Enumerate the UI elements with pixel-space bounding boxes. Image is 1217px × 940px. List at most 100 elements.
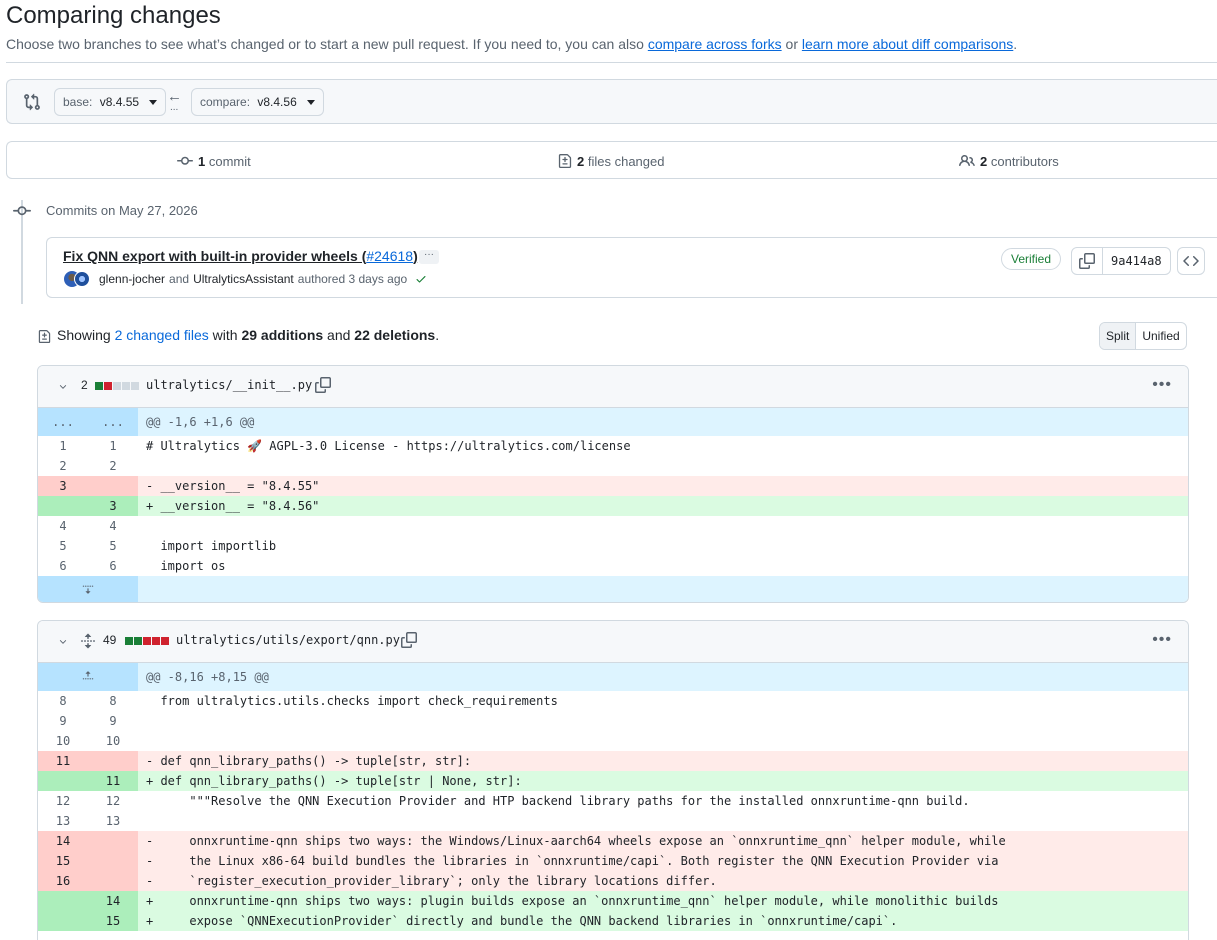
old-line-number[interactable]: 5 <box>38 536 88 556</box>
code-line <box>138 711 1188 731</box>
kebab-horizontal-icon[interactable]: ••• <box>1152 376 1172 394</box>
kebab-horizontal-icon[interactable]: ••• <box>1152 631 1172 649</box>
diff-line: 99 <box>38 711 1188 731</box>
new-line-number[interactable]: 3 <box>88 496 138 516</box>
chevron-down-icon[interactable] <box>58 637 68 647</box>
new-line-number[interactable]: 14 <box>88 891 138 911</box>
code-line: - __version__ = "8.4.55" <box>138 476 1188 496</box>
expand-up-button[interactable]: ... <box>38 408 88 436</box>
copy-icon[interactable] <box>315 377 331 393</box>
diff-view-toggle: Split Unified <box>1099 322 1187 350</box>
new-line-number[interactable]: 9 <box>88 711 138 731</box>
old-line-number[interactable]: 3 <box>38 476 88 496</box>
new-line-number[interactable] <box>88 871 138 891</box>
new-line-number[interactable]: 10 <box>88 731 138 751</box>
old-line-number[interactable]: 15 <box>38 851 88 871</box>
old-line-number[interactable] <box>38 891 88 911</box>
old-line-number[interactable] <box>38 771 88 791</box>
file-change-count: 49 <box>103 633 117 647</box>
compare-across-forks-link[interactable]: compare across forks <box>648 36 782 52</box>
commit-sha-link[interactable]: 9a414a8 <box>1103 248 1170 274</box>
new-line-number[interactable]: 11 <box>88 771 138 791</box>
new-line-number[interactable]: 15 <box>88 911 138 931</box>
chevron-down-icon[interactable] <box>58 382 68 392</box>
old-line-number[interactable]: 13 <box>38 811 88 831</box>
diff-line: 88 from ultralytics.utils.checks import … <box>38 691 1188 711</box>
diffstat-block <box>113 382 121 390</box>
git-commit-icon <box>177 156 193 165</box>
diffstat-block <box>125 637 133 645</box>
divider <box>6 62 1217 63</box>
avatar[interactable] <box>74 271 90 287</box>
new-line-number[interactable] <box>88 851 138 871</box>
caret-down-icon <box>306 99 315 105</box>
new-line-number[interactable]: 8 <box>88 691 138 711</box>
diff-line: 11 - def qnn_library_paths() -> tuple[str… <box>38 751 1188 771</box>
old-line-number[interactable]: 10 <box>38 731 88 751</box>
copy-sha-button[interactable] <box>1072 248 1103 274</box>
author-link[interactable]: UltralyticsAssistant <box>193 272 294 286</box>
new-line-number[interactable]: 13 <box>88 811 138 831</box>
pr-link[interactable]: #24618 <box>366 248 413 264</box>
compare-branch-select[interactable]: compare: v8.4.56 <box>191 88 324 116</box>
browse-repo-button[interactable] <box>1177 247 1205 275</box>
diff-summary: Showing 2 changed files with 29 addition… <box>57 327 440 343</box>
old-line-number[interactable]: 8 <box>38 691 88 711</box>
diffstat-block <box>104 382 112 390</box>
diffstat-block <box>131 382 139 390</box>
check-icon[interactable] <box>415 273 427 285</box>
diff-table: ...... @@ -1,6 +1,6 @@ 1 1 # Ultralytics 🚀 A… <box>38 408 1188 602</box>
diffstat-block <box>134 637 142 645</box>
old-line-number[interactable]: 1 <box>38 436 88 456</box>
files-changed-tab[interactable]: 2 files changed <box>558 153 664 169</box>
expand-down-button[interactable]: ... <box>88 408 138 436</box>
commit-title-link[interactable]: Fix QNN export with built-in provider wh… <box>63 248 418 264</box>
expand-commit-message-button[interactable]: ··· <box>419 250 439 264</box>
code-line <box>138 811 1188 831</box>
old-line-number[interactable]: 11 <box>38 751 88 771</box>
file-name-link[interactable]: ultralytics/__init__.py <box>146 378 312 392</box>
old-line-number[interactable]: 12 <box>38 791 88 811</box>
file-name-link[interactable]: ultralytics/utils/export/qnn.py <box>176 633 400 647</box>
old-line-number[interactable]: 4 <box>38 516 88 536</box>
learn-more-link[interactable]: learn more about diff comparisons <box>802 36 1013 52</box>
old-line-number[interactable]: 6 <box>38 556 88 576</box>
new-line-number[interactable]: 1 <box>88 436 138 456</box>
diffstat <box>125 637 169 645</box>
new-line-number[interactable]: 12 <box>88 791 138 811</box>
file-diff-icon <box>38 330 51 343</box>
author-link[interactable]: glenn-jocher <box>99 272 165 286</box>
old-line-number[interactable] <box>38 911 88 931</box>
verified-badge[interactable]: Verified <box>1001 248 1062 270</box>
new-line-number[interactable]: 6 <box>88 556 138 576</box>
new-line-number[interactable]: 2 <box>88 456 138 476</box>
old-line-number[interactable]: 9 <box>38 711 88 731</box>
old-line-number[interactable]: 2 <box>38 456 88 476</box>
diff-line: 22 <box>38 456 1188 476</box>
split-view-button[interactable]: Split <box>1100 323 1137 349</box>
hunk-header: ...... @@ -1,6 +1,6 @@ <box>38 408 1188 436</box>
expand-down-button[interactable] <box>38 576 138 602</box>
new-line-number[interactable] <box>88 751 138 771</box>
new-line-number[interactable]: 4 <box>88 516 138 536</box>
base-branch-select[interactable]: base: v8.4.55 <box>54 88 167 116</box>
old-line-number[interactable]: 14 <box>38 831 88 851</box>
diff-line: 10 10 <box>38 731 1188 751</box>
unfold-icon[interactable] <box>80 633 96 649</box>
commit-item: Fix QNN export with built-in provider wh… <box>46 237 1217 298</box>
git-compare-icon <box>24 93 40 111</box>
new-line-number[interactable]: 5 <box>88 536 138 556</box>
diff-line: 16 - `register_execution_provider_library… <box>38 871 1188 891</box>
commits-tab[interactable]: 1 commit <box>177 153 251 169</box>
expand-up-button[interactable] <box>38 663 138 691</box>
old-line-number[interactable]: 16 <box>38 871 88 891</box>
new-line-number[interactable] <box>88 476 138 496</box>
fold-up-icon <box>82 670 94 679</box>
old-line-number[interactable] <box>38 496 88 516</box>
contributors-tab[interactable]: 2 contributors <box>959 153 1059 169</box>
copy-icon[interactable] <box>401 632 417 648</box>
changed-files-link[interactable]: 2 changed files <box>115 327 209 343</box>
unified-view-button[interactable]: Unified <box>1136 323 1185 349</box>
new-line-number[interactable] <box>88 831 138 851</box>
range-dots: ... <box>170 102 179 113</box>
